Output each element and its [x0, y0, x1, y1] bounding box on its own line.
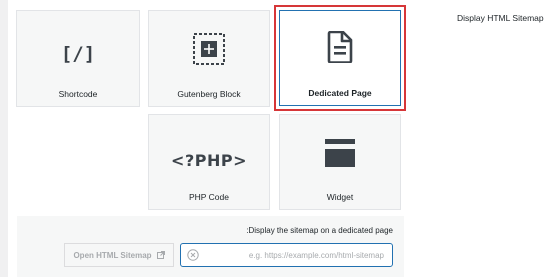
option-card-php-code[interactable]: <?PHP> PHP Code [148, 114, 270, 210]
open-button-label: Open HTML Sitemap [73, 250, 152, 260]
option-label-php-code: PHP Code [188, 192, 229, 202]
block-add-icon [193, 33, 225, 65]
widget-layout-icon [325, 139, 355, 167]
clear-x-circle-icon[interactable] [187, 249, 199, 261]
sitemap-url-input[interactable] [203, 244, 384, 266]
sitemap-url-field[interactable] [180, 243, 393, 267]
option-card-shortcode[interactable]: [/] Shortcode [16, 10, 140, 107]
dedicated-page-settings: :Display the sitemap on a dedicated page… [17, 216, 404, 277]
section-title: Display HTML Sitemap [457, 13, 544, 23]
option-label-shortcode: Shortcode [58, 89, 98, 99]
php-code-icon: <?PHP> [171, 151, 247, 170]
option-card-gutenberg-block[interactable]: Gutenberg Block [148, 10, 270, 107]
shortcode-brackets-icon: [/] [60, 43, 96, 65]
external-link-icon [156, 251, 165, 259]
option-label-dedicated-page: Dedicated Page [308, 88, 372, 98]
option-card-widget[interactable]: Widget [279, 114, 401, 210]
option-card-dedicated-page[interactable]: Dedicated Page [274, 5, 406, 111]
option-label-widget: Widget [326, 192, 354, 202]
option-label-gutenberg-block: Gutenberg Block [177, 89, 241, 99]
document-page-icon [327, 31, 353, 63]
open-html-sitemap-button[interactable]: Open HTML Sitemap [64, 243, 174, 267]
dedicated-page-description: :Display the sitemap on a dedicated page [246, 226, 393, 235]
